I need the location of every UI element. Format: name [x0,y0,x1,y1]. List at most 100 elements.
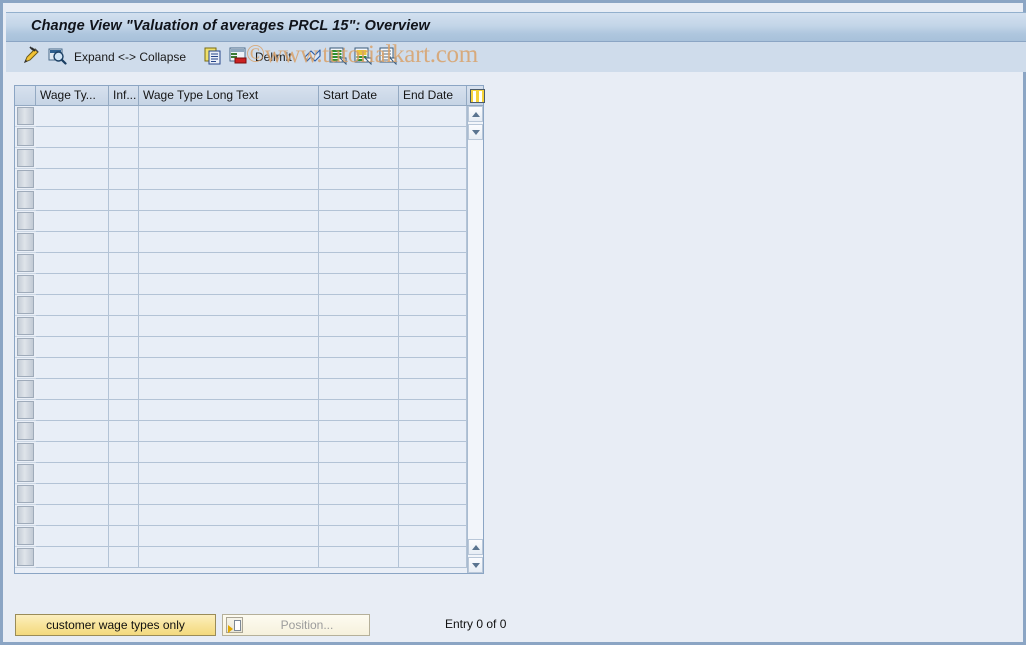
table-cell-info[interactable] [109,106,139,127]
table-cell-end_date[interactable] [399,400,467,421]
table-cell-info[interactable] [109,463,139,484]
table-cell-info[interactable] [109,547,139,568]
table-cell-long_text[interactable] [139,295,319,316]
table-cell-wage_type[interactable] [36,127,109,148]
table-cell-long_text[interactable] [139,400,319,421]
table-cell-start_date[interactable] [319,232,399,253]
table-cell-end_date[interactable] [399,106,467,127]
table-cell-wage_type[interactable] [36,316,109,337]
table-cell-start_date[interactable] [319,358,399,379]
row-selector-button[interactable] [15,274,36,295]
table-cell-info[interactable] [109,337,139,358]
table-cell-wage_type[interactable] [36,106,109,127]
table-cell-end_date[interactable] [399,526,467,547]
select-all-button[interactable] [329,46,347,68]
table-cell-start_date[interactable] [319,547,399,568]
table-cell-wage_type[interactable] [36,358,109,379]
table-row[interactable] [15,547,467,568]
row-selector-button[interactable] [15,232,36,253]
table-cell-wage_type[interactable] [36,211,109,232]
row-selector-button[interactable] [15,190,36,211]
table-row[interactable] [15,148,467,169]
table-cell-end_date[interactable] [399,148,467,169]
customer-wage-types-only-button[interactable]: customer wage types only [15,614,216,636]
table-cell-info[interactable] [109,442,139,463]
table-cell-long_text[interactable] [139,190,319,211]
table-cell-info[interactable] [109,505,139,526]
table-cell-info[interactable] [109,526,139,547]
deselect-all-button[interactable] [379,46,397,68]
table-cell-long_text[interactable] [139,505,319,526]
delimit-button[interactable]: Delimit [255,46,292,68]
table-cell-long_text[interactable] [139,421,319,442]
table-cell-long_text[interactable] [139,526,319,547]
table-cell-start_date[interactable] [319,127,399,148]
table-cell-wage_type[interactable] [36,232,109,253]
table-cell-info[interactable] [109,400,139,421]
copy-as-button[interactable] [204,46,222,68]
table-cell-end_date[interactable] [399,442,467,463]
table-cell-info[interactable] [109,379,139,400]
table-cell-end_date[interactable] [399,337,467,358]
row-selector-button[interactable] [15,463,36,484]
table-cell-start_date[interactable] [319,148,399,169]
table-cell-wage_type[interactable] [36,505,109,526]
table-cell-wage_type[interactable] [36,148,109,169]
row-selector-button[interactable] [15,106,36,127]
table-cell-start_date[interactable] [319,421,399,442]
row-selector-button[interactable] [15,127,36,148]
table-cell-long_text[interactable] [139,211,319,232]
table-row[interactable] [15,211,467,232]
table-row[interactable] [15,379,467,400]
table-cell-info[interactable] [109,295,139,316]
table-row[interactable] [15,295,467,316]
row-selector-button[interactable] [15,358,36,379]
table-cell-start_date[interactable] [319,169,399,190]
table-cell-start_date[interactable] [319,505,399,526]
row-selector-button[interactable] [15,211,36,232]
row-selector-button[interactable] [15,337,36,358]
table-cell-end_date[interactable] [399,253,467,274]
table-cell-long_text[interactable] [139,358,319,379]
table-cell-wage_type[interactable] [36,295,109,316]
table-cell-long_text[interactable] [139,316,319,337]
table-cell-info[interactable] [109,127,139,148]
table-cell-info[interactable] [109,484,139,505]
table-cell-info[interactable] [109,169,139,190]
column-header-start-date[interactable]: Start Date [319,86,399,106]
table-cell-long_text[interactable] [139,442,319,463]
table-cell-start_date[interactable] [319,211,399,232]
table-cell-wage_type[interactable] [36,547,109,568]
table-cell-long_text[interactable] [139,148,319,169]
table-cell-start_date[interactable] [319,274,399,295]
table-cell-start_date[interactable] [319,316,399,337]
row-selector-button[interactable] [15,505,36,526]
table-cell-end_date[interactable] [399,484,467,505]
table-cell-end_date[interactable] [399,358,467,379]
table-cell-end_date[interactable] [399,295,467,316]
expand-collapse-button[interactable]: Expand <-> Collapse [74,46,186,68]
table-cell-end_date[interactable] [399,169,467,190]
position-button[interactable]: Position... [222,614,370,636]
row-selector-button[interactable] [15,421,36,442]
table-row[interactable] [15,484,467,505]
table-cell-long_text[interactable] [139,127,319,148]
table-cell-start_date[interactable] [319,442,399,463]
table-cell-end_date[interactable] [399,211,467,232]
table-row[interactable] [15,358,467,379]
table-cell-info[interactable] [109,253,139,274]
scroll-page-down-button[interactable] [468,124,483,140]
table-cell-info[interactable] [109,148,139,169]
row-selector-button[interactable] [15,484,36,505]
table-cell-long_text[interactable] [139,106,319,127]
table-cell-end_date[interactable] [399,379,467,400]
table-cell-long_text[interactable] [139,547,319,568]
table-cell-long_text[interactable] [139,484,319,505]
table-cell-long_text[interactable] [139,337,319,358]
table-cell-info[interactable] [109,232,139,253]
row-selector-button[interactable] [15,400,36,421]
table-cell-end_date[interactable] [399,127,467,148]
table-cell-start_date[interactable] [319,295,399,316]
select-block-button[interactable] [354,46,372,68]
table-row[interactable] [15,337,467,358]
